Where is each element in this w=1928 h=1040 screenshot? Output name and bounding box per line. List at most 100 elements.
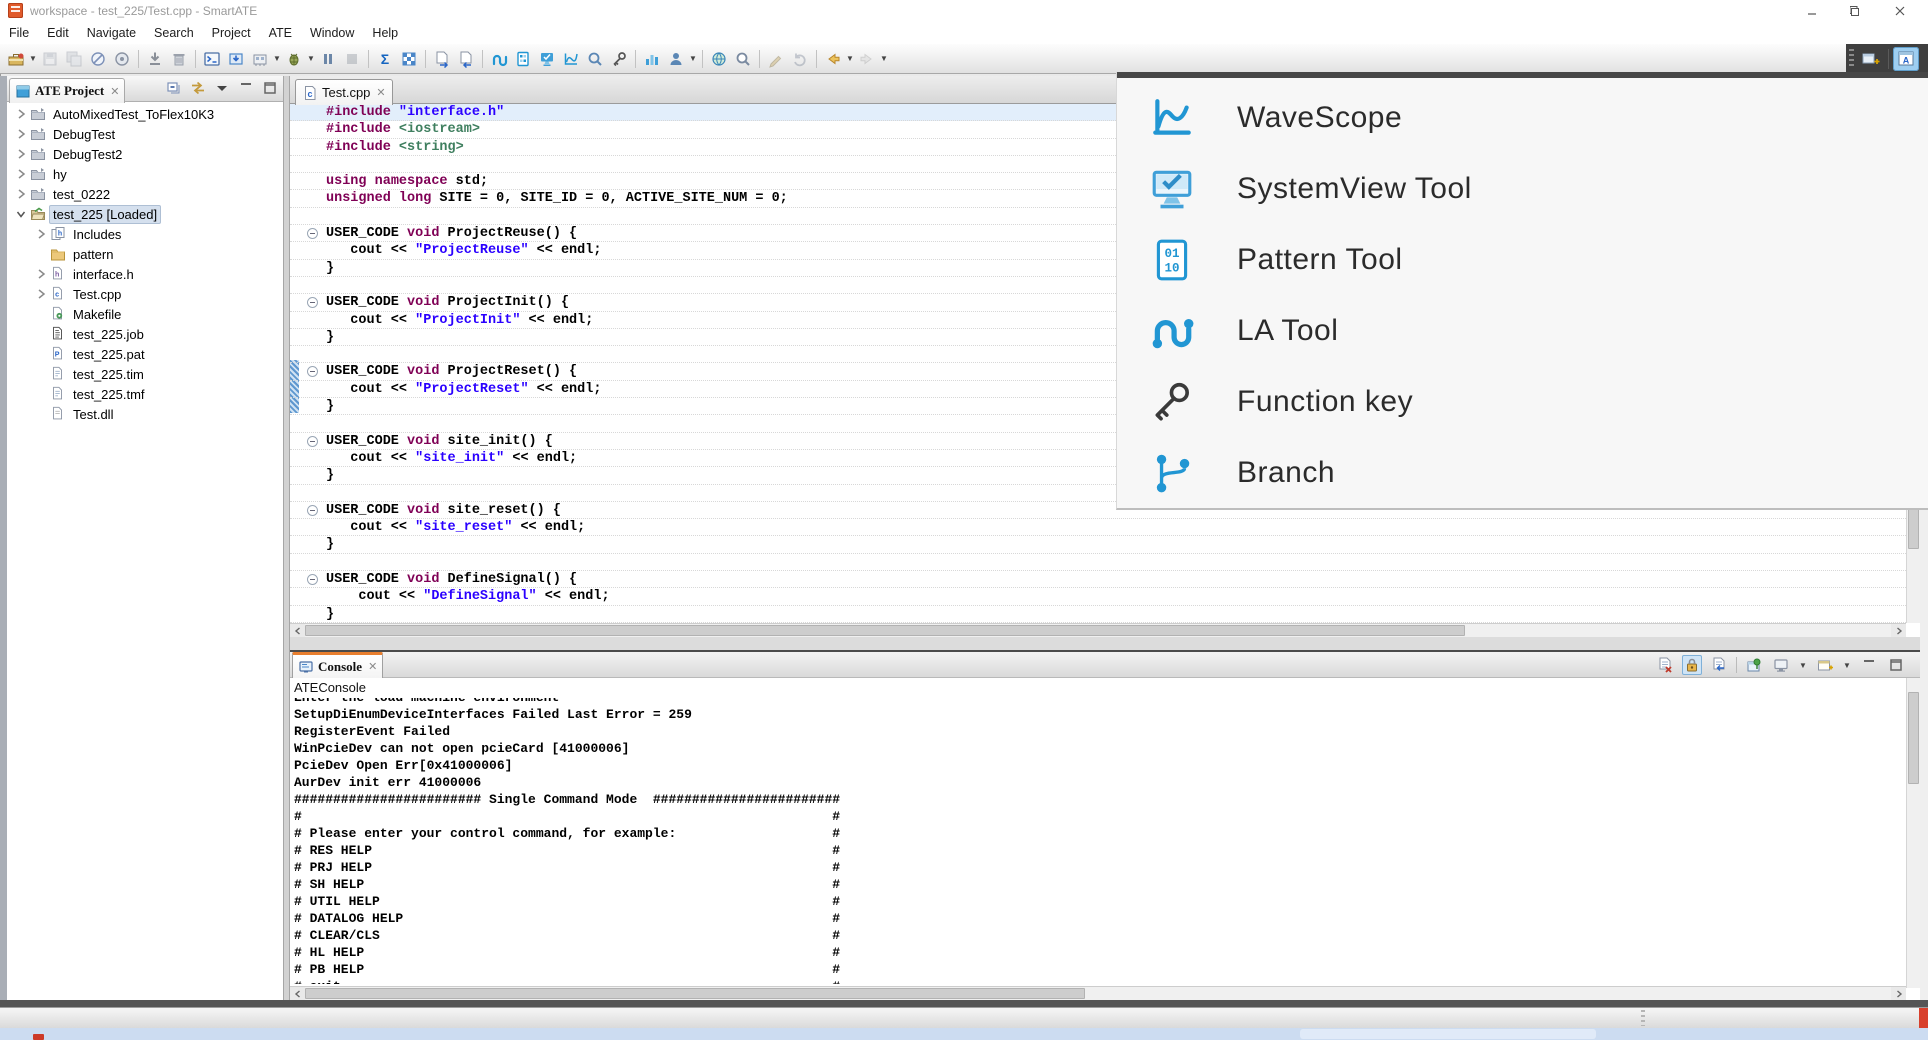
tree-item-debugtest2[interactable]: DebugTest2 [7,144,283,164]
fold-collapse-icon[interactable] [307,505,318,516]
chevron-collapsed-icon[interactable] [13,106,29,122]
pen-button[interactable] [764,47,788,71]
tool-item-pattern-tool[interactable]: 0110Pattern Tool [1117,224,1928,295]
hscroll-thumb[interactable] [305,625,1465,636]
tree-item-hy[interactable]: hy [7,164,283,184]
import-download-button[interactable] [143,47,167,71]
tab-console[interactable]: Console ✕ [292,652,383,678]
scroll-lock-button[interactable] [1682,655,1702,675]
fold-collapse-icon[interactable] [307,574,318,585]
tool-item-branch[interactable]: Branch [1117,437,1928,508]
collapse-all-icon[interactable] [165,79,183,97]
load-chip-button[interactable] [224,47,248,71]
statusbar-drag-handle[interactable] [1641,1010,1645,1026]
tool-item-function-key[interactable]: Function key [1117,366,1928,437]
vertical-sash[interactable] [283,76,290,1000]
globe-button[interactable] [707,47,731,71]
open-perspective-button[interactable] [1858,47,1884,71]
console-hscrollbar[interactable] [290,986,1906,1000]
close-icon[interactable]: ✕ [368,660,377,673]
chevron-collapsed-icon[interactable] [13,166,29,182]
terminal-button[interactable] [200,47,224,71]
console-output[interactable]: Enter the load machine environment Setup… [294,698,1900,984]
scroll-right-icon[interactable] [1891,624,1906,637]
tree-item-test-225-tmf[interactable]: test_225.tmf [7,384,283,404]
doc-export-button[interactable] [430,47,454,71]
tree-item-interface-h[interactable]: hinterface.h [7,264,283,284]
build-c-button[interactable] [110,47,134,71]
chevron-down-icon[interactable]: ▼ [272,47,282,71]
chevron-collapsed-icon[interactable] [33,286,49,302]
save-all-button[interactable] [62,47,86,71]
scroll-left-icon[interactable] [290,624,305,637]
code-line-26[interactable]: } [290,536,1920,553]
menu-help[interactable]: Help [363,22,407,44]
fold-collapse-icon[interactable] [307,436,318,447]
chevron-collapsed-icon[interactable] [13,186,29,202]
word-wrap-button[interactable] [1709,655,1729,675]
code-line-30[interactable]: } [290,606,1920,623]
tree-item-debugtest[interactable]: DebugTest [7,124,283,144]
clear-console-button[interactable] [1655,655,1675,675]
chevron-down-icon[interactable]: ▼ [879,47,889,71]
tree-item-makefile[interactable]: Makefile [7,304,283,324]
close-button[interactable] [1878,0,1922,22]
minimize-button[interactable] [1790,0,1834,22]
menu-edit[interactable]: Edit [38,22,78,44]
tab-test-cpp[interactable]: c Test.cpp ✕ [295,79,393,105]
debug-bug-button[interactable] [282,47,306,71]
tree-item-test-225-job[interactable]: test_225.job [7,324,283,344]
pin-console-button[interactable] [1744,655,1764,675]
code-line-28[interactable]: USER_CODE void DefineSignal() { [290,571,1920,588]
code-line-25[interactable]: cout << "site_reset" << endl; [290,519,1920,536]
tab-ate-project[interactable]: ATE Project ✕ [9,78,125,103]
chevron-collapsed-icon[interactable] [13,146,29,162]
menu-file[interactable]: File [0,22,38,44]
menu-navigate[interactable]: Navigate [78,22,145,44]
maximize-view-icon[interactable] [261,79,279,97]
sigma-button[interactable]: Σ [373,47,397,71]
chevron-collapsed-icon[interactable] [13,126,29,142]
function-key-small-button[interactable] [607,47,631,71]
menu-project[interactable]: Project [203,22,260,44]
view-menu-icon[interactable] [213,79,231,97]
close-icon[interactable]: ✕ [376,86,385,99]
vscroll-thumb[interactable] [1908,692,1919,784]
la-small-button[interactable] [487,47,511,71]
link-editor-icon[interactable] [189,79,207,97]
tool-item-wavescope[interactable]: WaveScope [1117,82,1928,153]
save-button[interactable] [38,47,62,71]
chevron-down-icon[interactable]: ▼ [1798,653,1808,677]
search-scope-button[interactable] [583,47,607,71]
sysview-small-button[interactable] [535,47,559,71]
nav-forward-button[interactable] [855,47,879,71]
tree-item-test-225-tim[interactable]: test_225.tim [7,364,283,384]
doc-import-button[interactable] [454,47,478,71]
tool-item-la-tool[interactable]: LA Tool [1117,295,1928,366]
wavescope-small-button[interactable] [559,47,583,71]
tree-item-test-cpp[interactable]: cTest.cpp [7,284,283,304]
hscroll-thumb[interactable] [305,988,1085,999]
code-line-27[interactable] [290,554,1920,571]
menu-search[interactable]: Search [145,22,203,44]
checkerboard-button[interactable] [397,47,421,71]
tree-item-pattern[interactable]: pattern [7,244,283,264]
editor-hscrollbar[interactable] [290,623,1906,637]
tree-item-test-0222[interactable]: test_0222 [7,184,283,204]
scroll-right-icon[interactable] [1891,987,1906,1000]
menu-window[interactable]: Window [301,22,363,44]
new-wizard-button[interactable] [4,47,28,71]
stop-button[interactable] [340,47,364,71]
chevron-down-icon[interactable]: ▼ [1842,653,1852,677]
close-icon[interactable]: ✕ [110,85,119,98]
code-line-29[interactable]: cout << "DefineSignal" << endl; [290,588,1920,605]
open-console-button[interactable] [1815,655,1835,675]
tool-item-systemview-tool[interactable]: SystemView Tool [1117,153,1928,224]
chevron-collapsed-icon[interactable] [33,226,49,242]
tree-item-test-225-pat[interactable]: Ptest_225.pat [7,344,283,364]
tree-item-test-225-loaded-[interactable]: test_225 [Loaded] [7,204,283,224]
chevron-down-icon[interactable]: ▼ [306,47,316,71]
fold-collapse-icon[interactable] [307,228,318,239]
fold-collapse-icon[interactable] [307,297,318,308]
user-profile-button[interactable] [664,47,688,71]
